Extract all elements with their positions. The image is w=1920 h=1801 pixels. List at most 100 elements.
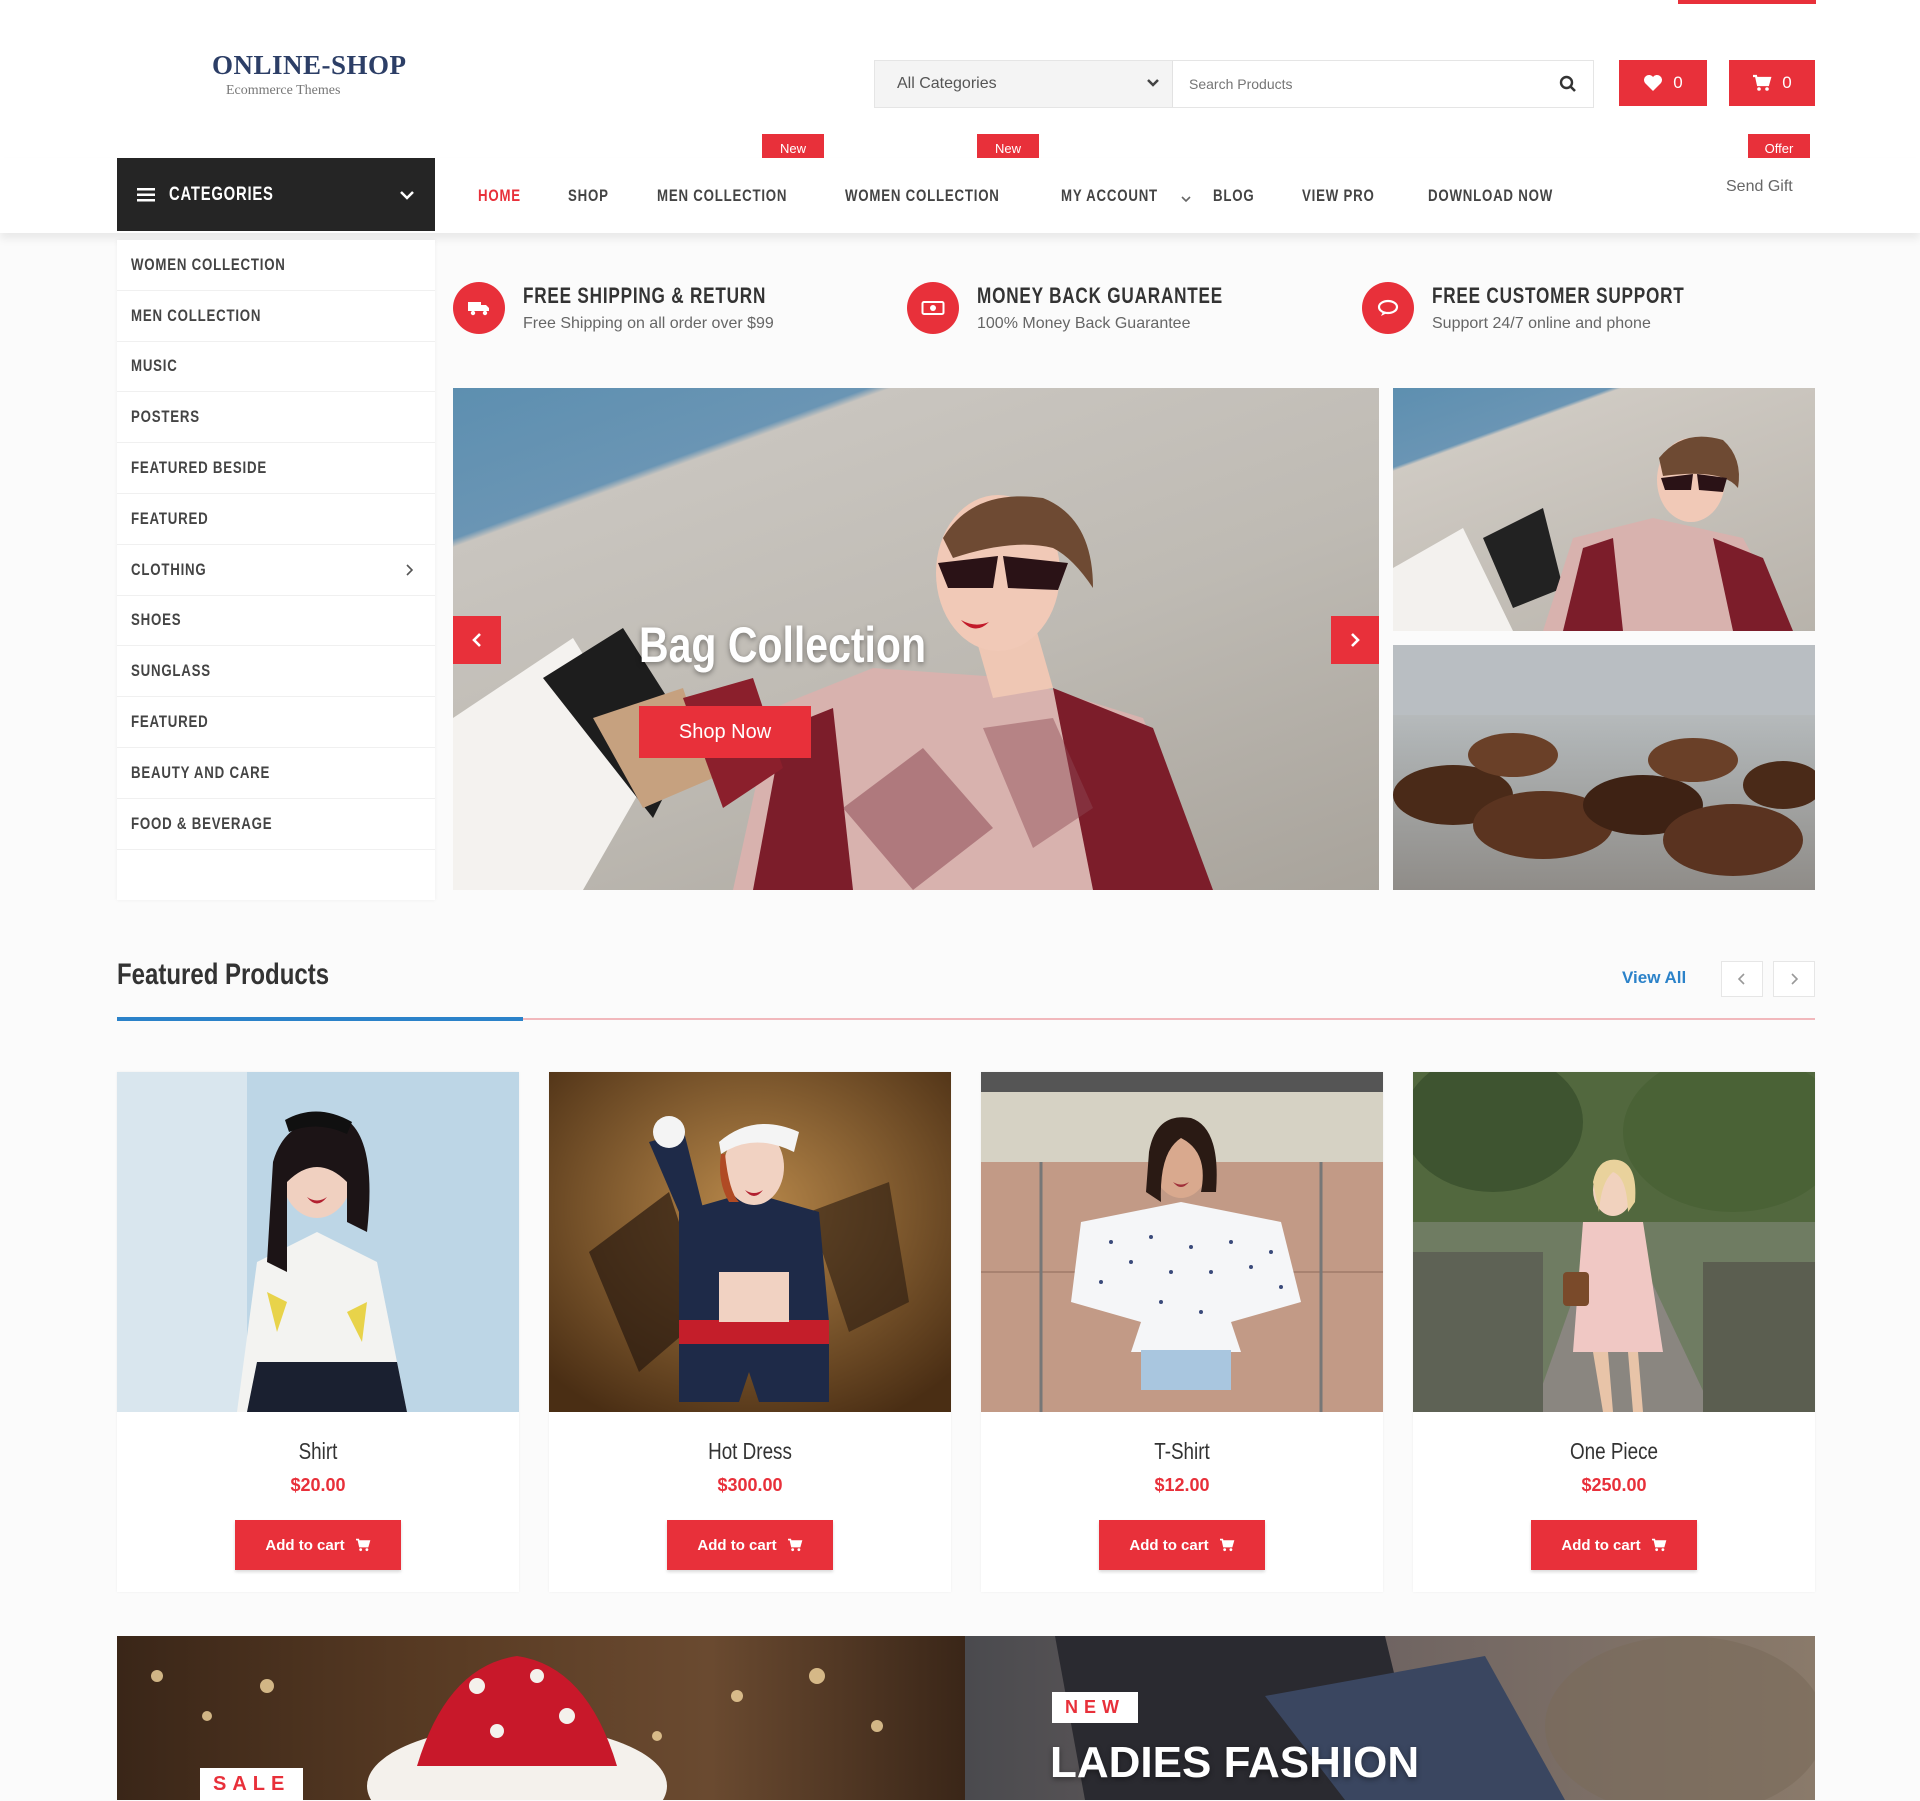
product-price: $20.00 bbox=[290, 1475, 346, 1495]
sidebar-item-label: WOMEN COLLECTION bbox=[131, 254, 286, 274]
new-tag: NEW bbox=[1052, 1692, 1138, 1723]
sidebar-item-women-collection[interactable]: WOMEN COLLECTION bbox=[117, 240, 435, 291]
sale-tag: SALE bbox=[200, 1768, 304, 1801]
feature-subtitle: 100% Money Back Guarantee bbox=[977, 315, 1191, 332]
sidebar-item-featured[interactable]: FEATURED bbox=[117, 494, 435, 545]
product-image[interactable] bbox=[117, 1072, 519, 1412]
chevron-right-icon bbox=[406, 564, 413, 576]
cart-button[interactable]: 0 bbox=[1729, 60, 1815, 106]
site-header: ONLINE-SHOP Ecommerce Themes All Categor… bbox=[0, 0, 1920, 158]
view-all-link[interactable]: View All bbox=[1622, 968, 1686, 988]
shop-now-button[interactable]: Shop Now bbox=[639, 706, 811, 758]
sidebar-item-men-collection[interactable]: MEN COLLECTION bbox=[117, 291, 435, 342]
add-to-cart-label: Add to cart bbox=[1561, 1536, 1641, 1554]
categories-sidebar: WOMEN COLLECTION MEN COLLECTION MUSIC PO… bbox=[117, 240, 435, 900]
menu-icon bbox=[137, 187, 155, 201]
sidebar-item-label: POSTERS bbox=[131, 407, 200, 427]
add-to-cart-button[interactable]: Add to cart bbox=[1531, 1520, 1697, 1570]
cart-icon bbox=[355, 1538, 370, 1552]
product-card[interactable]: Hot Dress $300.00 Add to cart bbox=[549, 1072, 951, 1592]
feature-title: FREE SHIPPING & RETURN bbox=[523, 283, 767, 308]
nav-my-account[interactable]: MY ACCOUNT bbox=[1061, 186, 1158, 206]
product-price: $250.00 bbox=[1581, 1475, 1647, 1495]
chat-icon bbox=[1362, 282, 1414, 334]
add-to-cart-button[interactable]: Add to cart bbox=[667, 1520, 833, 1570]
nav-home[interactable]: HOME bbox=[478, 186, 521, 206]
featured-prev-button[interactable] bbox=[1721, 961, 1763, 997]
sidebar-item-featured-2[interactable]: FEATURED bbox=[117, 697, 435, 748]
product-image[interactable] bbox=[981, 1072, 1383, 1412]
send-gift-link[interactable]: Send Gift bbox=[1726, 178, 1793, 196]
nav-view-pro[interactable]: VIEW PRO bbox=[1302, 186, 1375, 206]
hero-next-button[interactable] bbox=[1331, 616, 1379, 664]
sidebar-item-clothing[interactable]: CLOTHING bbox=[117, 545, 435, 596]
money-icon bbox=[907, 282, 959, 334]
main-navbar: CATEGORIES HOME SHOP MEN COLLECTION WOME… bbox=[0, 158, 1920, 233]
nav-download-now[interactable]: DOWNLOAD NOW bbox=[1428, 186, 1553, 206]
chevron-down-icon bbox=[1146, 75, 1160, 93]
category-select[interactable]: All Categories bbox=[875, 61, 1173, 107]
side-banner-top[interactable] bbox=[1393, 388, 1815, 631]
cart-icon bbox=[1753, 74, 1772, 91]
product-name[interactable]: One Piece bbox=[1449, 1438, 1779, 1465]
product-name[interactable]: Hot Dress bbox=[585, 1438, 915, 1465]
side-banner-bottom[interactable] bbox=[1393, 645, 1815, 890]
nav-blog[interactable]: BLOG bbox=[1213, 186, 1254, 206]
feature-customer-support: FREE CUSTOMER SUPPORT Support 24/7 onlin… bbox=[1362, 282, 1756, 334]
hero-title: Bag Collection bbox=[639, 617, 927, 673]
feature-money-back: MONEY BACK GUARANTEE 100% Money Back Gua… bbox=[907, 282, 1292, 334]
sidebar-item-label: FOOD & BEVERAGE bbox=[131, 813, 273, 833]
logo-title: ONLINE-SHOP bbox=[212, 50, 407, 80]
product-card[interactable]: One Piece $250.00 Add to cart bbox=[1413, 1072, 1815, 1592]
add-to-cart-button[interactable]: Add to cart bbox=[1099, 1520, 1265, 1570]
section-divider-accent bbox=[117, 1017, 523, 1021]
hero-prev-button[interactable] bbox=[453, 616, 501, 664]
sidebar-item-featured-beside[interactable]: FEATURED BESIDE bbox=[117, 443, 435, 494]
add-to-cart-button[interactable]: Add to cart bbox=[235, 1520, 401, 1570]
sidebar-item-shoes[interactable]: SHOES bbox=[117, 596, 435, 647]
search-input[interactable] bbox=[1173, 61, 1543, 107]
product-name[interactable]: Shirt bbox=[153, 1438, 483, 1465]
sidebar-item-sunglass[interactable]: SUNGLASS bbox=[117, 646, 435, 698]
product-image[interactable] bbox=[549, 1072, 951, 1412]
sidebar-item-music[interactable]: MUSIC bbox=[117, 342, 435, 393]
chevron-right-icon bbox=[1791, 973, 1798, 985]
sidebar-item-label: FEATURED BESIDE bbox=[131, 458, 267, 478]
product-card[interactable]: T-Shirt $12.00 Add to cart bbox=[981, 1072, 1383, 1592]
product-card[interactable]: Shirt $20.00 Add to cart bbox=[117, 1072, 519, 1592]
sidebar-item-posters[interactable]: POSTERS bbox=[117, 392, 435, 444]
truck-icon bbox=[453, 282, 505, 334]
chevron-right-icon bbox=[1351, 633, 1360, 647]
nav-women-collection[interactable]: WOMEN COLLECTION bbox=[845, 186, 1000, 206]
nav-shop[interactable]: SHOP bbox=[568, 186, 609, 206]
product-image[interactable] bbox=[1413, 1072, 1815, 1412]
sidebar-item-label: BEAUTY AND CARE bbox=[131, 762, 271, 782]
sidebar-item-label: CLOTHING bbox=[131, 559, 207, 579]
search-button[interactable] bbox=[1543, 61, 1593, 107]
chevron-down-icon bbox=[400, 190, 414, 200]
search-bar: All Categories bbox=[874, 60, 1594, 108]
sidebar-item-beauty-and-care[interactable]: BEAUTY AND CARE bbox=[117, 748, 435, 799]
top-accent-strip bbox=[1678, 0, 1816, 4]
categories-toggle[interactable]: CATEGORIES bbox=[117, 158, 435, 231]
product-price: $12.00 bbox=[1154, 1475, 1210, 1495]
chevron-down-icon bbox=[1181, 190, 1191, 208]
sidebar-item-food-beverage[interactable]: FOOD & BEVERAGE bbox=[117, 799, 435, 850]
feature-subtitle: Support 24/7 online and phone bbox=[1432, 315, 1651, 332]
sidebar-item-label: SHOES bbox=[131, 610, 182, 630]
categories-label: CATEGORIES bbox=[169, 183, 274, 205]
feature-title: FREE CUSTOMER SUPPORT bbox=[1432, 283, 1685, 308]
sidebar-item-label: MUSIC bbox=[131, 356, 178, 376]
wishlist-button[interactable]: 0 bbox=[1619, 60, 1707, 106]
featured-next-button[interactable] bbox=[1773, 961, 1815, 997]
wishlist-count: 0 bbox=[1673, 73, 1683, 92]
feature-subtitle: Free Shipping on all order over $99 bbox=[523, 315, 774, 332]
side-banner-image bbox=[1393, 436, 1793, 631]
chevron-left-icon bbox=[1738, 973, 1745, 985]
search-icon bbox=[1559, 75, 1576, 92]
site-logo[interactable]: ONLINE-SHOP Ecommerce Themes bbox=[212, 50, 407, 99]
add-to-cart-label: Add to cart bbox=[697, 1536, 777, 1554]
nav-men-collection[interactable]: MEN COLLECTION bbox=[657, 186, 787, 206]
product-name[interactable]: T-Shirt bbox=[1017, 1438, 1347, 1465]
sidebar-item-label: MEN COLLECTION bbox=[131, 305, 262, 325]
